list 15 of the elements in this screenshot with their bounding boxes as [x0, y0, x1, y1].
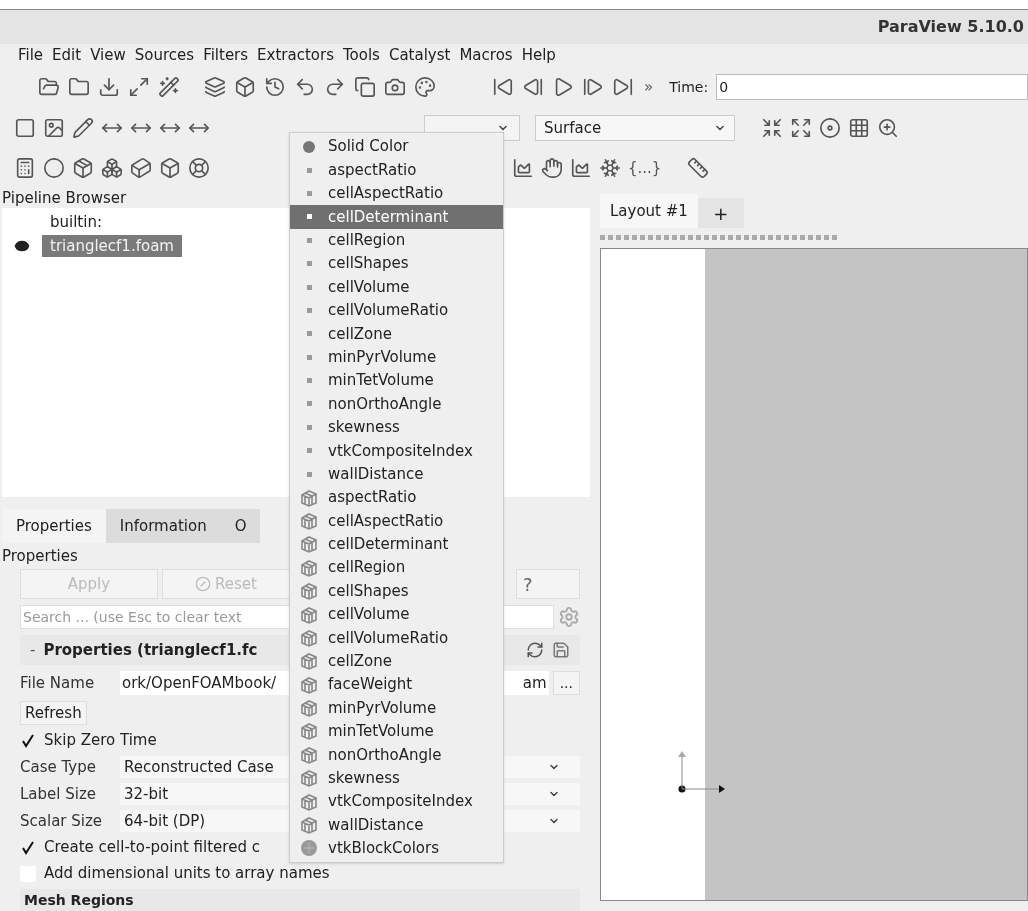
field-label: Case Type: [20, 756, 97, 778]
section-title: Mesh Regions: [24, 890, 134, 910]
panel-title: Pipeline Browser: [2, 187, 127, 209]
field-label: Label Size: [20, 783, 98, 805]
field-label: File Name: [20, 672, 96, 694]
time-label: Time:: [669, 77, 709, 97]
checkbox-label: Create cell-to-point filtered c: [44, 837, 260, 859]
checkbox-label: Skip Zero Time: [44, 730, 157, 752]
checkbox-label: Add dimensional units to array names: [44, 863, 330, 885]
field-label: Scalar Size: [20, 810, 104, 832]
file-name-end: am: [522, 672, 547, 694]
window-title: ParaView 5.10.0: [877, 16, 1024, 38]
panel-title: Properties: [2, 545, 78, 567]
section-title: Properties (trianglecf1.fc: [43, 639, 258, 661]
file-name-start: ork/OpenFOAMbook/: [122, 672, 277, 694]
